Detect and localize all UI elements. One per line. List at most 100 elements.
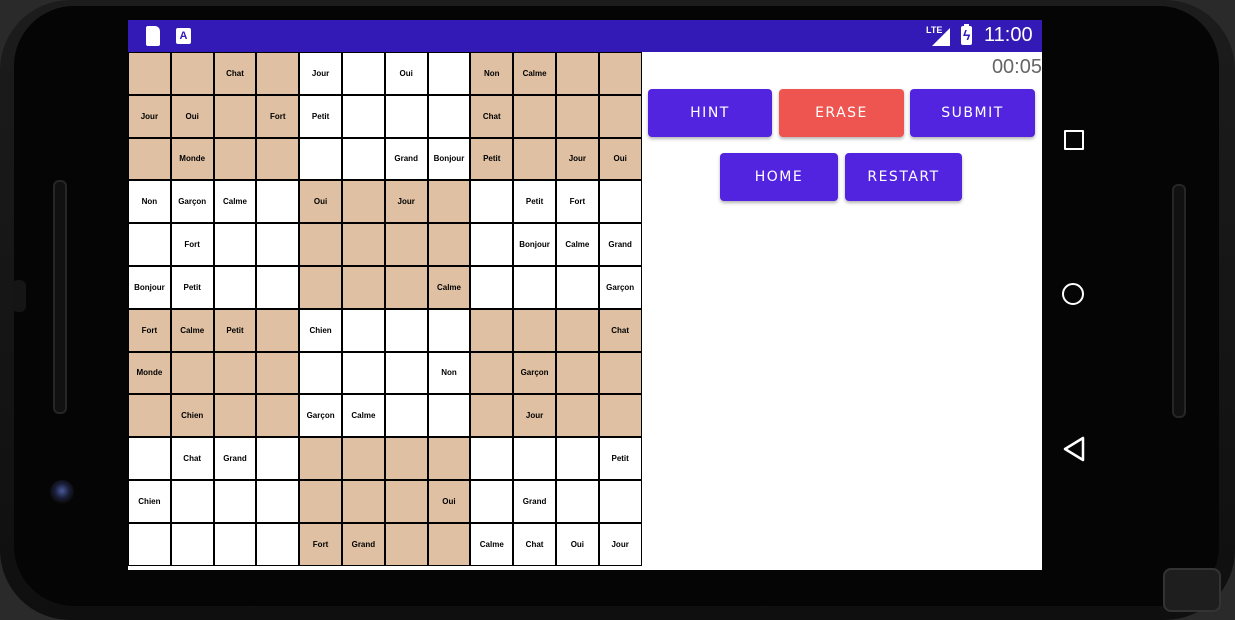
grid-cell[interactable]: [471, 352, 513, 394]
grid-cell[interactable]: Jour: [129, 95, 170, 137]
grid-cell[interactable]: Petit: [599, 438, 641, 479]
grid-cell[interactable]: Calme: [471, 523, 513, 565]
grid-cell[interactable]: [129, 395, 170, 437]
grid-cell[interactable]: [342, 438, 384, 479]
grid-cell[interactable]: [257, 438, 299, 479]
grid-cell[interactable]: [385, 480, 427, 522]
grid-cell[interactable]: [171, 53, 213, 94]
grid-cell[interactable]: [514, 266, 555, 308]
grid-cell[interactable]: Fort: [171, 224, 213, 265]
grid-cell[interactable]: Petit: [471, 138, 513, 180]
grid-cell[interactable]: Grand: [599, 224, 641, 265]
grid-cell[interactable]: Monde: [171, 138, 213, 180]
grid-cell[interactable]: Chat: [514, 523, 555, 565]
grid-cell[interactable]: Non: [129, 181, 170, 223]
back-triangle-icon[interactable]: [1062, 436, 1086, 462]
grid-cell[interactable]: [300, 266, 341, 308]
submit-button[interactable]: SUBMIT: [910, 89, 1035, 137]
grid-cell[interactable]: Oui: [556, 523, 598, 565]
grid-cell[interactable]: [556, 95, 598, 137]
grid-cell[interactable]: Oui: [599, 138, 641, 180]
grid-cell[interactable]: [385, 395, 427, 437]
grid-cell[interactable]: Chat: [171, 438, 213, 479]
grid-cell[interactable]: Non: [428, 352, 470, 394]
grid-cell[interactable]: [214, 480, 256, 522]
grid-cell[interactable]: [385, 523, 427, 565]
grid-cell[interactable]: [171, 352, 213, 394]
grid-cell[interactable]: [471, 181, 513, 223]
grid-cell[interactable]: Garçon: [599, 266, 641, 308]
grid-cell[interactable]: Jour: [556, 138, 598, 180]
grid-cell[interactable]: [599, 95, 641, 137]
grid-cell[interactable]: Oui: [428, 480, 470, 522]
grid-cell[interactable]: [471, 395, 513, 437]
grid-cell[interactable]: [556, 266, 598, 308]
grid-cell[interactable]: [342, 181, 384, 223]
grid-cell[interactable]: Calme: [428, 266, 470, 308]
grid-cell[interactable]: [385, 266, 427, 308]
grid-cell[interactable]: [342, 352, 384, 394]
grid-cell[interactable]: Jour: [599, 523, 641, 565]
restart-button[interactable]: RESTART: [845, 153, 962, 201]
grid-cell[interactable]: Bonjour: [428, 138, 470, 180]
grid-cell[interactable]: [556, 438, 598, 479]
grid-cell[interactable]: [342, 138, 384, 180]
grid-cell[interactable]: [428, 523, 470, 565]
grid-cell[interactable]: [514, 138, 555, 180]
grid-cell[interactable]: [214, 95, 256, 137]
grid-cell[interactable]: Bonjour: [514, 224, 555, 265]
grid-cell[interactable]: [599, 181, 641, 223]
grid-cell[interactable]: [514, 438, 555, 479]
grid-cell[interactable]: [385, 95, 427, 137]
grid-cell[interactable]: [599, 352, 641, 394]
grid-cell[interactable]: Monde: [129, 352, 170, 394]
grid-cell[interactable]: [599, 480, 641, 522]
grid-cell[interactable]: [471, 480, 513, 522]
recents-square-icon[interactable]: [1064, 130, 1084, 150]
grid-cell[interactable]: Chat: [599, 309, 641, 351]
grid-cell[interactable]: [257, 53, 299, 94]
grid-cell[interactable]: [471, 438, 513, 479]
grid-cell[interactable]: Fort: [257, 95, 299, 137]
grid-cell[interactable]: Non: [471, 53, 513, 94]
grid-cell[interactable]: Oui: [300, 181, 341, 223]
grid-cell[interactable]: Chat: [471, 95, 513, 137]
grid-cell[interactable]: [428, 395, 470, 437]
grid-cell[interactable]: [428, 438, 470, 479]
grid-cell[interactable]: [214, 395, 256, 437]
grid-cell[interactable]: [556, 309, 598, 351]
grid-cell[interactable]: [342, 53, 384, 94]
grid-cell[interactable]: Jour: [300, 53, 341, 94]
grid-cell[interactable]: [257, 138, 299, 180]
grid-cell[interactable]: Jour: [385, 181, 427, 223]
grid-cell[interactable]: [257, 352, 299, 394]
grid-cell[interactable]: Grand: [385, 138, 427, 180]
grid-cell[interactable]: [214, 266, 256, 308]
grid-cell[interactable]: Fort: [556, 181, 598, 223]
grid-cell[interactable]: [129, 224, 170, 265]
grid-cell[interactable]: [300, 138, 341, 180]
grid-cell[interactable]: [257, 181, 299, 223]
grid-cell[interactable]: Calme: [214, 181, 256, 223]
grid-cell[interactable]: Grand: [214, 438, 256, 479]
grid-cell[interactable]: [214, 523, 256, 565]
grid-cell[interactable]: [342, 309, 384, 351]
grid-cell[interactable]: Petit: [300, 95, 341, 137]
grid-cell[interactable]: Jour: [514, 395, 555, 437]
grid-cell[interactable]: [428, 95, 470, 137]
grid-cell[interactable]: [342, 266, 384, 308]
grid-cell[interactable]: [300, 224, 341, 265]
grid-cell[interactable]: Fort: [129, 309, 170, 351]
grid-cell[interactable]: [214, 352, 256, 394]
grid-cell[interactable]: [428, 309, 470, 351]
grid-cell[interactable]: Calme: [342, 395, 384, 437]
grid-cell[interactable]: Chien: [171, 395, 213, 437]
grid-cell[interactable]: [342, 95, 384, 137]
grid-cell[interactable]: [514, 95, 555, 137]
grid-cell[interactable]: [342, 224, 384, 265]
grid-cell[interactable]: Petit: [514, 181, 555, 223]
grid-cell[interactable]: Oui: [171, 95, 213, 137]
grid-cell[interactable]: Petit: [171, 266, 213, 308]
grid-cell[interactable]: [385, 352, 427, 394]
grid-cell[interactable]: [257, 395, 299, 437]
